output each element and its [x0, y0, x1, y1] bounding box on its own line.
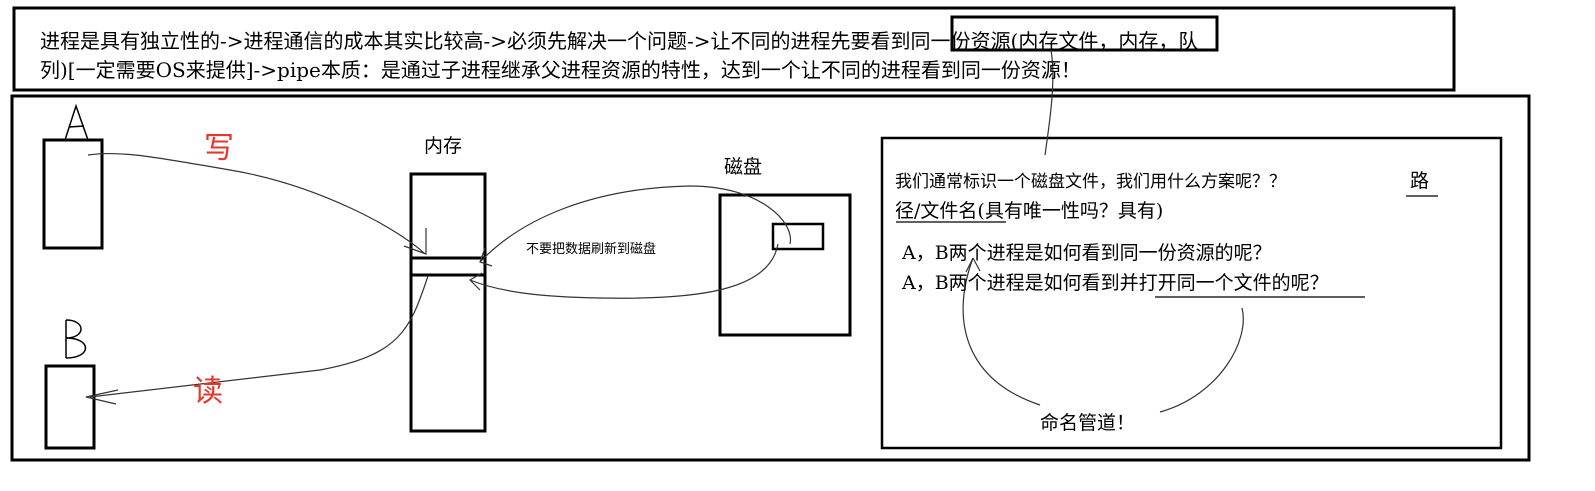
note-q3: A，B两个进程是如何看到并打开同一个文件的呢？ — [902, 272, 1329, 294]
read-curve — [89, 275, 429, 398]
process-a-box — [42, 138, 104, 250]
named-pipe-label: 命名管道！ — [1040, 412, 1136, 434]
header-line-2: 列)[一定需要OS来提供]->pipe本质：是通过子进程继承父进程资源的特性，达… — [40, 58, 1081, 82]
process-a-letter — [64, 103, 89, 141]
disk-box — [718, 193, 852, 337]
memory-buffer — [409, 256, 487, 277]
disk-label: 磁盘 — [724, 156, 763, 178]
note-q1-part1: 我们通常标识一个磁盘文件，我们用什么方案呢？？ — [895, 172, 1286, 192]
note-q2: A，B两个进程是如何看到同一份资源的呢？ — [902, 242, 1272, 264]
memory-label: 内存 — [424, 135, 463, 157]
disk-file-box — [771, 222, 825, 251]
no-flush-note: 不要把数据刷新到磁盘 — [526, 242, 657, 257]
note-q1-part2: 路 — [1410, 170, 1430, 192]
process-b-letter — [65, 319, 87, 359]
note-q1-line2: 径/文件名(具有唯一性吗？具有) — [895, 200, 1164, 222]
process-b-box — [44, 364, 96, 450]
write-arrowhead — [403, 228, 427, 255]
write-curve — [87, 152, 426, 255]
write-label: 写 — [204, 131, 234, 166]
header-line-1: 进程是具有独立性的->进程通信的成本其实比较高->必须先解决一个问题->让不同的… — [40, 29, 1199, 53]
memory-column — [409, 172, 487, 433]
read-label: 读 — [193, 374, 223, 409]
